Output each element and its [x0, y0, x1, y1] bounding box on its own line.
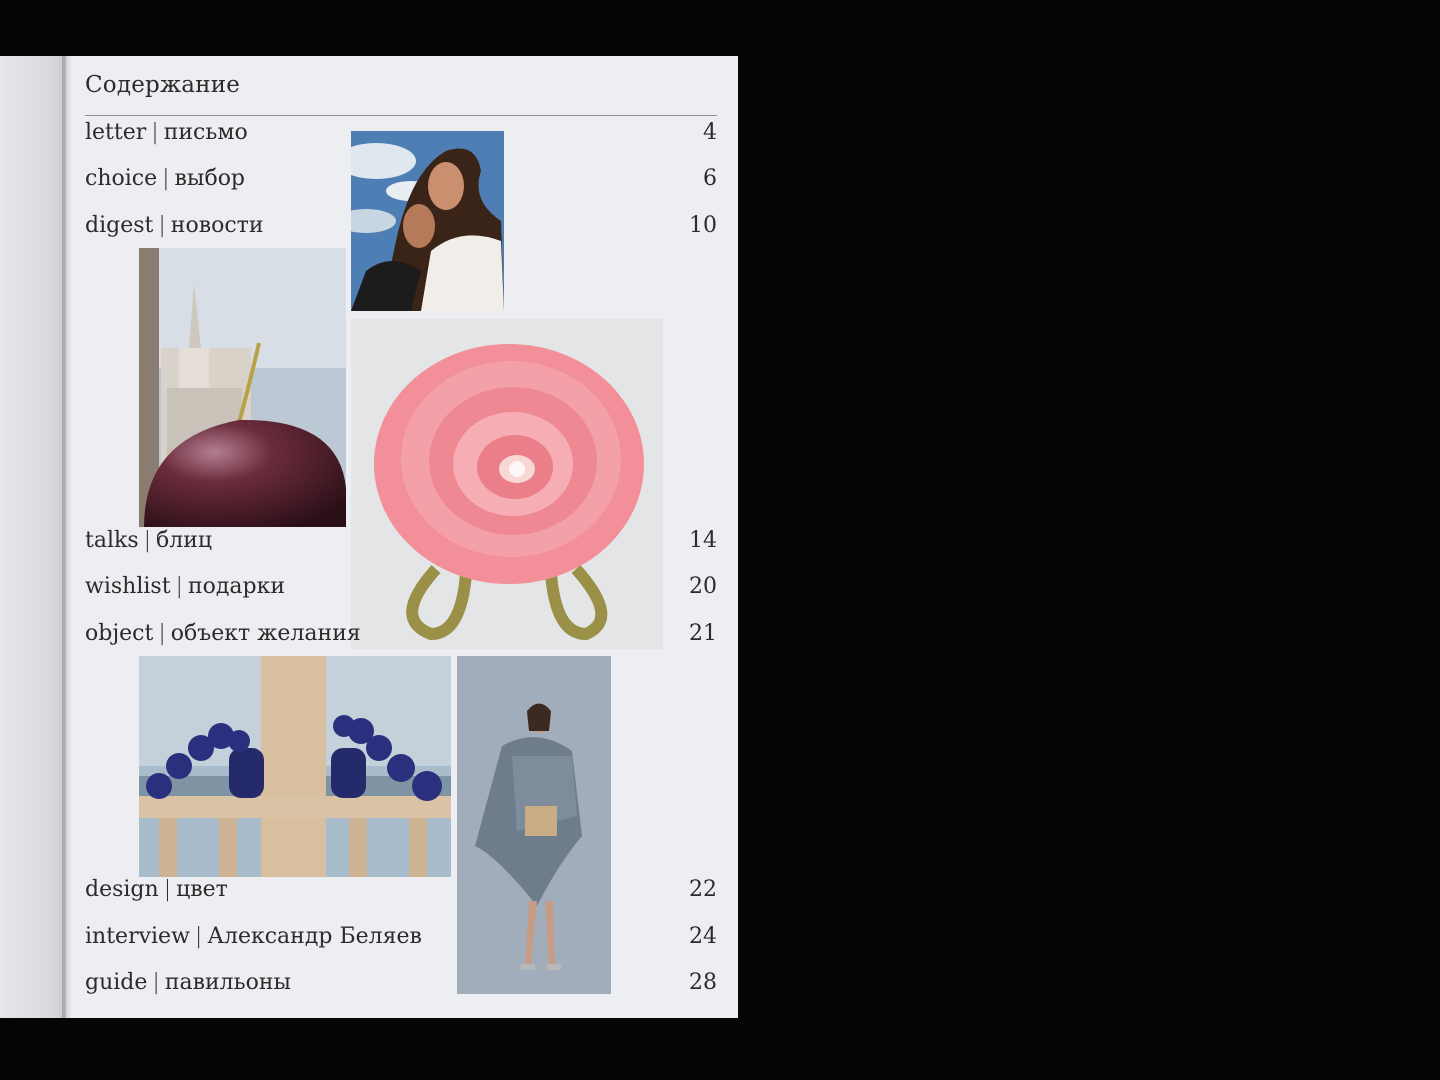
toc-entry-en: guide [85, 970, 148, 995]
toc-entry-en: letter [85, 120, 147, 145]
toc-entry-page-number: 24 [689, 924, 717, 949]
toc-entry-en: digest [85, 213, 154, 238]
toc-entry-ru: блиц [156, 528, 213, 553]
toc-entry-page-number: 4 [703, 120, 717, 145]
toc-entry-page-number: 10 [689, 213, 717, 238]
toc-entry-separator: | [162, 166, 170, 191]
toc-entry-wishlist[interactable]: wishlist | подарки 20 [85, 574, 717, 604]
toc-entry-separator: | [151, 120, 159, 145]
page-title: Содержание [85, 72, 241, 98]
toc-entry-ru: объект желания [170, 621, 361, 646]
toc-entry-separator: | [175, 574, 183, 599]
toc-entry-letter[interactable]: letter | письмо 4 [85, 120, 717, 150]
left-page-edge [0, 56, 70, 1018]
toc-entry-separator: | [152, 970, 160, 995]
toc-entry-page-number: 14 [689, 528, 717, 553]
toc-entry-page-number: 21 [689, 621, 717, 646]
title-divider [85, 115, 717, 116]
toc-entry-talks[interactable]: talks | блиц 14 [85, 528, 717, 558]
toc-entry-page-number: 22 [689, 877, 717, 902]
toc-entry-separator: | [143, 528, 152, 553]
toc-entry-en: wishlist [85, 574, 171, 599]
toc-entry-en: talks [85, 528, 139, 553]
toc-entry-ru: выбор [174, 166, 246, 191]
toc-entry-ru: новости [170, 213, 264, 238]
toc-entry-en: interview [85, 924, 190, 949]
toc-entry-page-number: 6 [703, 166, 717, 191]
toc-entry-choice[interactable]: choice | выбор 6 [85, 166, 717, 196]
photo-cherry-tower [139, 248, 346, 527]
toc-entry-en: choice [85, 166, 158, 191]
toc-entry-separator: | [158, 621, 166, 646]
toc-entry-page-number: 20 [689, 574, 717, 599]
toc-entry-page-number: 28 [689, 970, 717, 995]
toc-entry-ru: цвет [176, 877, 228, 902]
toc-entry-en: object [85, 621, 154, 646]
toc-entry-ru: павильоны [164, 970, 292, 995]
spine-shadow [62, 56, 72, 1018]
toc-entry-separator: | [194, 924, 203, 949]
toc-entry-interview[interactable]: interview | Александр Беляев 24 [85, 924, 717, 954]
magazine-page: Содержание letter | письмо 4 choice | вы… [66, 56, 738, 1018]
toc-entry-digest[interactable]: digest | новости 10 [85, 213, 717, 243]
toc-entry-ru: подарки [187, 574, 286, 599]
toc-entry-separator: | [163, 877, 172, 902]
toc-entry-separator: | [158, 213, 166, 238]
toc-entry-en: design [85, 877, 159, 902]
photo-blue-sculptures [139, 656, 451, 877]
toc-entry-guide[interactable]: guide | павильоны 28 [85, 970, 717, 1000]
toc-entry-object[interactable]: object | объект желания 21 [85, 621, 717, 651]
toc-entry-ru: письмо [163, 120, 248, 145]
toc-entry-design[interactable]: design | цвет 22 [85, 877, 717, 907]
toc-entry-ru: Александр Беляев [207, 924, 422, 949]
